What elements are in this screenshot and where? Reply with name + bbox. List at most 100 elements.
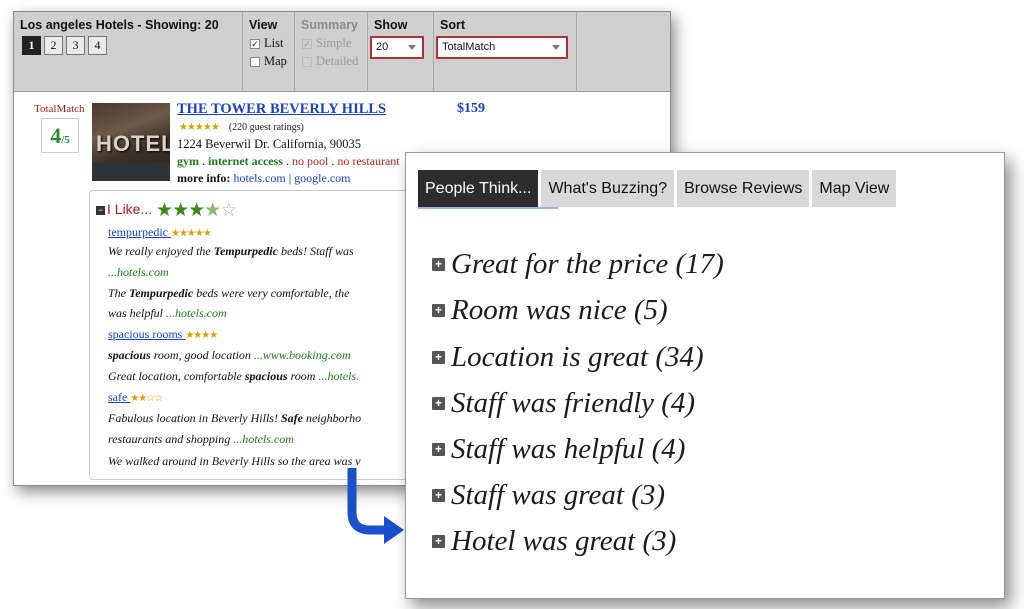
tab-map-view[interactable]: Map View xyxy=(812,170,897,207)
snippet-text: room xyxy=(287,369,319,383)
view-list-label: List xyxy=(264,36,284,50)
theme-item[interactable]: + Location is great (34) xyxy=(432,337,704,377)
review-snippet: The Tempurpedic beds were very comfortab… xyxy=(108,286,349,301)
show-section: Show 20 xyxy=(368,12,434,92)
snippet-text: We really enjoyed the xyxy=(108,244,214,258)
theme-label: Location is great (34) xyxy=(451,340,704,373)
expand-icon[interactable]: + xyxy=(432,534,445,548)
summary-simple-label: Simple xyxy=(316,36,352,50)
checked-icon[interactable]: ✓ xyxy=(250,39,260,50)
tab-whats-buzzing[interactable]: What's Buzzing? xyxy=(541,170,675,207)
show-count-value: 20 xyxy=(376,41,389,53)
collapse-icon[interactable]: − xyxy=(96,206,105,215)
page-3-button[interactable]: 3 xyxy=(66,36,85,55)
view-list-option[interactable]: ✓ List xyxy=(250,36,283,51)
tab-people-think[interactable]: People Think... xyxy=(418,170,539,207)
snippet-text: restaurants and shopping xyxy=(108,432,234,446)
snippet-source: ...hotels.com xyxy=(166,306,227,320)
results-toolbar: Los angeles Hotels - Showing: 20 1 2 3 4… xyxy=(14,12,670,92)
snippet-source: ...hotels.com xyxy=(233,432,294,446)
more-info: more info: hotels.com | google.com xyxy=(177,171,351,186)
stars-half: ★ xyxy=(204,200,221,221)
stars-empty: ☆ xyxy=(220,200,237,221)
stars-full: ★★★ xyxy=(156,200,205,221)
photo-lounge xyxy=(92,163,170,181)
expand-icon[interactable]: + xyxy=(432,396,445,410)
keyword-tempurpedic-link[interactable]: tempurpedic ★★★★★ xyxy=(108,225,212,240)
score-value: 4 xyxy=(50,123,62,148)
review-snippet: spacious room, good location ...www.book… xyxy=(108,348,351,363)
theme-item[interactable]: + Staff was great (3) xyxy=(432,475,665,515)
hotel-address: 1224 Beverwil Dr. California, 90035 xyxy=(177,137,361,151)
tab-browse-reviews[interactable]: Browse Reviews xyxy=(677,170,810,207)
theme-item[interactable]: + Great for the price (17) xyxy=(432,244,724,284)
theme-item[interactable]: + Staff was helpful (4) xyxy=(432,429,685,469)
checkbox-icon[interactable] xyxy=(250,57,260,68)
show-count-select[interactable]: 20 xyxy=(370,36,424,59)
results-section: Los angeles Hotels - Showing: 20 1 2 3 4 xyxy=(14,12,243,92)
review-snippet: We really enjoyed the Tempurpedic beds! … xyxy=(108,244,354,259)
amenities: gym . internet access . no pool . no res… xyxy=(177,154,400,169)
expand-icon[interactable]: + xyxy=(432,257,445,271)
rating-stars-icon: ★★★★★ xyxy=(179,122,220,133)
review-snippet: We walked around in Beverly Hills so the… xyxy=(108,454,361,469)
amenity-sep: . xyxy=(199,154,208,168)
pagination: 1 2 3 4 xyxy=(22,36,107,55)
amenity-internet: internet access xyxy=(208,154,283,168)
view-title: View xyxy=(249,18,278,32)
snippet-text: The xyxy=(108,286,129,300)
hotels-com-link[interactable]: hotels.com xyxy=(233,171,285,185)
sort-select[interactable]: TotalMatch xyxy=(436,36,568,59)
keyword-stars-icon: ★★☆☆ xyxy=(130,393,163,404)
page-1-button[interactable]: 1 xyxy=(22,36,41,55)
snippet-keyword: spacious xyxy=(244,369,288,383)
view-map-option[interactable]: Map xyxy=(250,54,287,69)
amenity-sep: . xyxy=(328,154,338,168)
sort-section: Sort TotalMatch xyxy=(434,12,577,92)
theme-item[interactable]: + Staff was friendly (4) xyxy=(432,383,695,423)
show-title: Show xyxy=(374,18,408,32)
checked-icon: ✓ xyxy=(302,39,312,50)
view-section: View ✓ List Map xyxy=(243,12,295,92)
page-4-button[interactable]: 4 xyxy=(88,36,107,55)
hotel-price[interactable]: $159 xyxy=(457,101,485,117)
hotel-photo[interactable]: HOTEL xyxy=(92,103,170,181)
keyword-spacious-rooms-link[interactable]: spacious rooms ★★★★ xyxy=(108,327,218,342)
summary-simple-option: ✓ Simple xyxy=(302,36,351,51)
theme-item[interactable]: + Room was nice (5) xyxy=(432,290,668,330)
theme-item[interactable]: + Hotel was great (3) xyxy=(432,521,676,561)
ratings-count: (220 guest ratings) xyxy=(228,122,304,133)
i-like-header[interactable]: − I Like... ★★★★☆ xyxy=(96,199,237,222)
snippet-source: ...hotels. xyxy=(318,369,360,383)
keyword-safe-link[interactable]: safe ★★☆☆ xyxy=(108,390,163,405)
snippet-text: room, good location xyxy=(150,348,254,362)
summary-tabs: People Think... What's Buzzing? Browse R… xyxy=(418,170,897,207)
snippet-text: beds! Staff was xyxy=(277,244,354,258)
chevron-down-icon xyxy=(552,45,560,50)
sort-title: Sort xyxy=(440,18,465,32)
review-snippet: Great location, comfortable spacious roo… xyxy=(108,369,359,384)
snippet-source: ...www.booking.com xyxy=(253,348,351,362)
hotel-name-link[interactable]: THE TOWER BEVERLY HILLS xyxy=(177,101,386,118)
google-com-link[interactable]: google.com xyxy=(294,171,350,185)
snippet-text: beds were very comfortable, the xyxy=(193,286,350,300)
expand-icon[interactable]: + xyxy=(432,442,445,456)
keyword-stars-icon: ★★★★★ xyxy=(170,228,212,239)
review-summary-panel: People Think... What's Buzzing? Browse R… xyxy=(405,152,1005,599)
page-2-button[interactable]: 2 xyxy=(44,36,63,55)
expand-icon[interactable]: + xyxy=(432,488,445,502)
active-tab-indicator xyxy=(418,207,558,209)
i-like-stars-icon: ★★★★☆ xyxy=(156,200,237,221)
zoom-arrow-icon xyxy=(347,468,404,544)
summary-section: Summary ✓ Simple Detailed xyxy=(295,12,368,92)
expand-icon[interactable]: + xyxy=(432,350,445,364)
checkbox-icon xyxy=(302,57,312,68)
review-snippet: restaurants and shopping ...hotels.com xyxy=(108,432,294,447)
snippet-text: neighborho xyxy=(302,411,362,425)
summary-detailed-option: Detailed xyxy=(302,54,358,69)
amenity-restaurant: no restaurant xyxy=(337,154,400,168)
expand-icon[interactable]: + xyxy=(432,303,445,317)
keyword-stars-icon: ★★★★ xyxy=(185,330,218,341)
review-snippet: ...hotels.com xyxy=(108,265,169,280)
keyword-label: tempurpedic xyxy=(108,225,168,239)
